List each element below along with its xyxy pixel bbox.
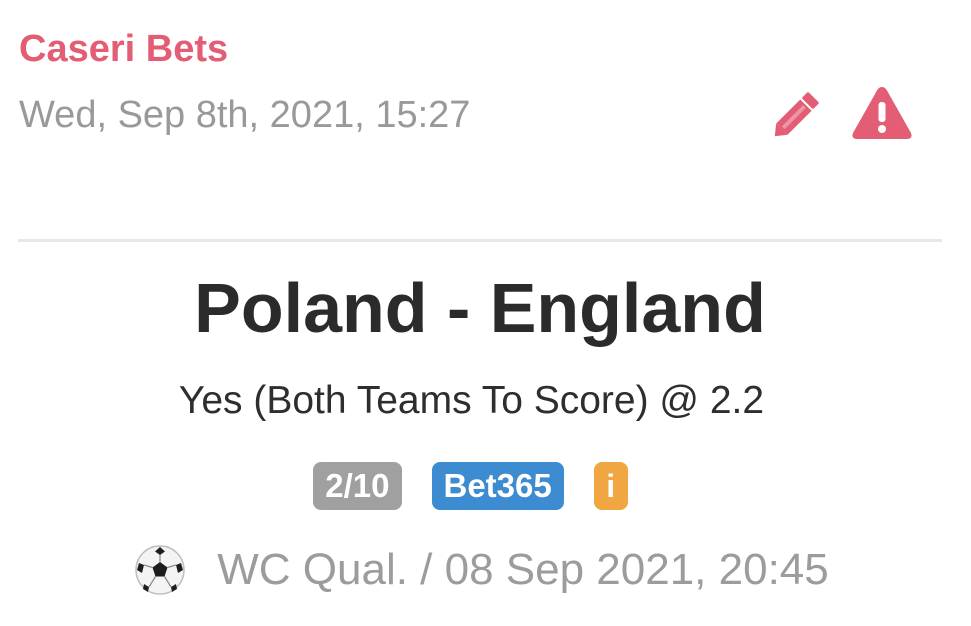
pencil-icon[interactable] xyxy=(768,89,824,141)
pick-text: Yes (Both Teams To Score) @ 2.2 xyxy=(178,379,765,422)
badge-row: 2/10 Bet365 i xyxy=(0,462,941,510)
info-badge[interactable]: i xyxy=(593,462,628,510)
soccer-ball-icon xyxy=(135,545,185,595)
event-info: WC Qual. / 08 Sep 2021, 20:45 xyxy=(217,545,829,594)
divider xyxy=(18,239,942,242)
event-row: WC Qual. / 08 Sep 2021, 20:45 xyxy=(0,540,962,600)
match-title: Poland - England xyxy=(194,269,766,347)
post-date: Wed, Sep 8th, 2021, 15:27 xyxy=(19,94,471,136)
bookmaker-badge[interactable]: Bet365 xyxy=(431,462,564,510)
warning-icon[interactable] xyxy=(850,84,914,142)
stake-badge: 2/10 xyxy=(313,462,402,510)
tipster-name[interactable]: Caseri Bets xyxy=(19,26,228,72)
